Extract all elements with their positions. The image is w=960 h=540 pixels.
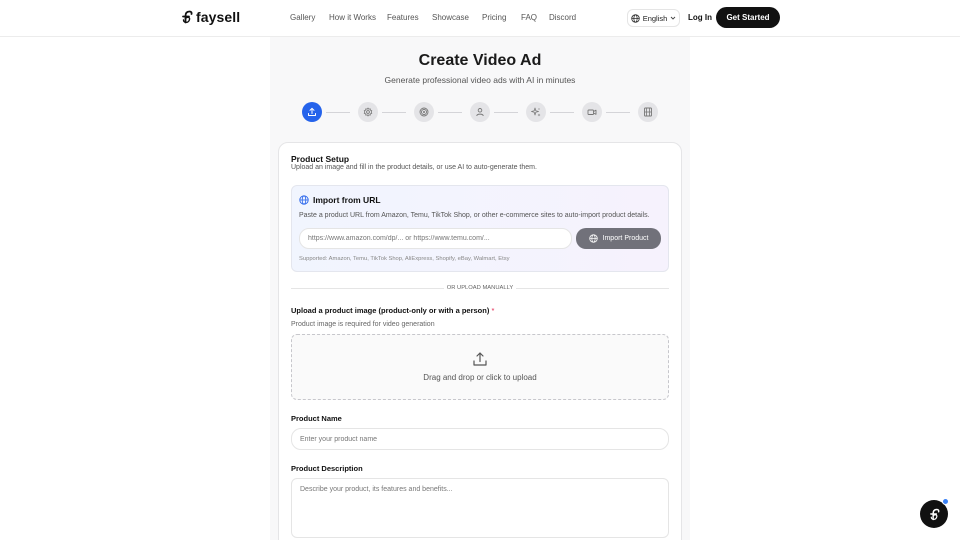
nav-link-how-it-works[interactable]: How it Works [329, 13, 376, 22]
step-connector [382, 112, 406, 113]
video-icon [587, 109, 597, 115]
page-subtitle: Generate professional video ads with AI … [384, 75, 576, 85]
nav-link-discord[interactable]: Discord [549, 13, 576, 22]
section-title: Product Setup [291, 154, 350, 164]
globe-icon [588, 234, 598, 243]
nav-link-gallery[interactable]: Gallery [290, 13, 315, 22]
import-product-label: Import Product [602, 235, 649, 242]
faysell-logo-icon [929, 508, 939, 520]
step-connector [438, 112, 462, 113]
supported-sites: Supported: Amazon, Temu, TikTok Shop, Al… [299, 256, 510, 262]
import-product-button[interactable]: Import Product [576, 228, 661, 249]
divider-label: OR UPLOAD MANUALLY [446, 285, 514, 291]
nav-link-pricing[interactable]: Pricing [482, 13, 506, 22]
upload-hint: Product image is required for video gene… [291, 321, 435, 328]
brand-name: faysell [196, 9, 241, 25]
step-connector [326, 112, 350, 113]
step-connector [494, 112, 518, 113]
nav-links: Gallery How it Works Features Showcase P… [290, 13, 576, 22]
step-settings[interactable] [358, 102, 378, 122]
step-generate[interactable] [526, 102, 546, 122]
step-film[interactable] [638, 102, 658, 122]
image-dropzone[interactable] [291, 334, 669, 400]
settings-icon [363, 107, 373, 117]
product-description-label: Product Description [291, 464, 363, 473]
globe-icon [631, 13, 640, 23]
nav-link-showcase[interactable]: Showcase [432, 13, 469, 22]
divider-line [516, 288, 669, 289]
section-subtitle: Upload an image and fill in the product … [291, 164, 537, 171]
upload-label: Upload a product image (product-only or … [291, 306, 494, 315]
target-icon [419, 107, 429, 117]
notification-dot [942, 498, 949, 505]
login-link[interactable]: Log In [688, 13, 712, 22]
step-video[interactable] [582, 102, 602, 122]
divider-line [291, 288, 444, 289]
faysell-logo-icon [182, 10, 193, 24]
product-url-input[interactable] [299, 228, 572, 249]
get-started-button[interactable]: Get Started [716, 7, 780, 28]
step-connector [606, 112, 630, 113]
step-connector [550, 112, 574, 113]
nav-link-features[interactable]: Features [387, 13, 419, 22]
import-title: Import from URL [313, 195, 381, 205]
required-mark: * [491, 306, 495, 315]
page-title: Create Video Ad [418, 52, 542, 69]
user-icon [476, 108, 484, 117]
nav-link-faq[interactable]: FAQ [521, 13, 537, 22]
step-target[interactable] [414, 102, 434, 122]
sparkles-icon [531, 107, 541, 117]
chevron-down-icon [670, 16, 676, 20]
upload-icon [473, 352, 487, 366]
product-name-label: Product Name [291, 414, 342, 423]
product-name-input[interactable] [291, 428, 669, 450]
language-label: English [642, 13, 668, 23]
step-avatar[interactable] [470, 102, 490, 122]
dropzone-text: Drag and drop or click to upload [423, 373, 537, 382]
language-selector[interactable]: English [627, 9, 680, 27]
upload-icon [308, 107, 316, 116]
step-upload[interactable] [302, 102, 322, 122]
import-description: Paste a product URL from Amazon, Temu, T… [299, 212, 650, 219]
product-description-input[interactable] [291, 478, 669, 538]
film-icon [644, 107, 652, 117]
brand-logo[interactable]: faysell [181, 9, 240, 25]
top-navbar: faysell Gallery How it Works Features Sh… [0, 0, 960, 37]
globe-icon [299, 195, 309, 205]
upload-label-text: Upload a product image (product-only or … [291, 306, 490, 315]
